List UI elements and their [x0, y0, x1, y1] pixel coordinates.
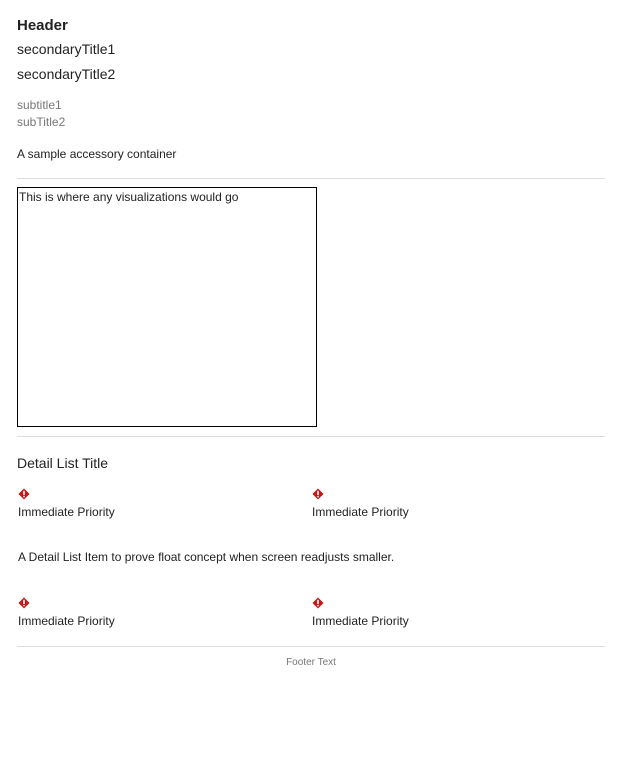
- detail-list-float-item: A Detail List Item to prove float concep…: [18, 550, 395, 564]
- detail-list-item: Immediate Priority: [312, 488, 512, 519]
- alert-diamond-icon: [312, 597, 324, 609]
- page: Header secondaryTitle1 secondaryTitle2 s…: [0, 0, 622, 768]
- detail-list-item-label: Immediate Priority: [18, 505, 115, 519]
- detail-list-item-label: Immediate Priority: [312, 505, 409, 519]
- visualization-container: This is where any visualizations would g…: [17, 187, 317, 427]
- detail-list-item: Immediate Priority: [18, 597, 218, 628]
- detail-list-item: Immediate Priority: [312, 597, 512, 628]
- detail-list-title: Detail List Title: [17, 455, 109, 471]
- subtitle-1: subtitle1: [17, 98, 62, 112]
- subtitle-2: subTitle2: [17, 115, 66, 129]
- alert-diamond-icon: [18, 488, 30, 500]
- footer-text: Footer Text: [286, 657, 336, 668]
- divider: [17, 436, 605, 437]
- alert-diamond-icon: [312, 488, 324, 500]
- alert-diamond-icon: [18, 597, 30, 609]
- divider: [17, 178, 605, 179]
- secondary-title-1: secondaryTitle1: [17, 41, 116, 57]
- detail-list-item-label: Immediate Priority: [18, 614, 115, 628]
- divider: [17, 646, 605, 647]
- page-header: Header: [17, 17, 68, 34]
- detail-list-item-label: Immediate Priority: [312, 614, 409, 628]
- secondary-title-2: secondaryTitle2: [17, 66, 116, 82]
- accessory-container: A sample accessory container: [17, 147, 177, 161]
- detail-list-item: Immediate Priority: [18, 488, 218, 519]
- visualization-placeholder-text: This is where any visualizations would g…: [19, 190, 239, 204]
